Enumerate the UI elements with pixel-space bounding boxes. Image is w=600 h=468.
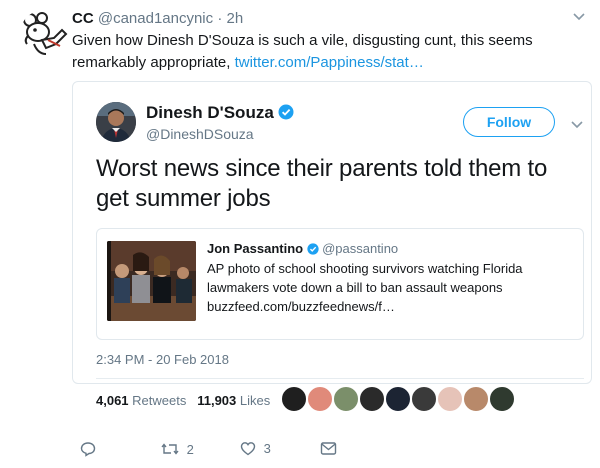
likes-stat[interactable]: 11,903 Likes — [197, 393, 270, 408]
heart-icon — [240, 442, 256, 456]
liker-avatar[interactable] — [358, 385, 386, 413]
rat-logo-icon — [20, 10, 68, 58]
quoted-handle[interactable]: @DineshDSouza — [146, 126, 254, 142]
follow-button[interactable]: Follow — [463, 107, 555, 137]
liker-avatar[interactable] — [384, 385, 412, 413]
retweet-count: 2 — [186, 442, 194, 457]
reply-icon — [80, 442, 96, 457]
retweets-label: Retweets — [132, 393, 187, 408]
inner-display-name[interactable]: Jon Passantino — [207, 241, 303, 256]
direct-message-button[interactable] — [320, 441, 337, 459]
inner-header: Jon Passantino @passantino — [207, 241, 398, 258]
inner-tweet-link[interactable]: buzzfeed.com/buzzfeednews/f… — [207, 297, 577, 316]
envelope-icon — [320, 442, 337, 455]
students-photo-icon — [107, 241, 196, 321]
liker-avatar[interactable] — [436, 385, 464, 413]
like-button[interactable]: 3 — [240, 441, 271, 456]
liker-avatar[interactable] — [410, 385, 438, 413]
inner-verified-badge-icon — [307, 243, 319, 258]
likes-count: 11,903 — [197, 393, 237, 408]
verified-badge-icon — [278, 104, 294, 125]
outer-handle[interactable]: @canad1ancynic — [98, 10, 213, 27]
outer-time[interactable]: · 2h — [217, 10, 243, 27]
divider — [96, 378, 584, 379]
inner-tweet-body: AP photo of school shooting survivors wa… — [207, 261, 523, 295]
like-count: 3 — [263, 441, 271, 456]
retweets-count: 4,061 — [96, 393, 129, 408]
outer-avatar[interactable] — [20, 10, 68, 58]
quoted-more-chevron-icon[interactable] — [570, 117, 584, 136]
person-avatar-icon — [96, 102, 136, 142]
likes-label: Likes — [239, 393, 271, 408]
quoted-tweet-text: Worst news since their parents told them… — [96, 155, 548, 212]
outer-more-chevron-icon[interactable] — [571, 8, 587, 29]
outer-display-name[interactable]: CC — [72, 10, 94, 27]
quoted-avatar[interactable] — [96, 102, 136, 142]
reply-button[interactable] — [80, 441, 96, 460]
retweet-icon — [161, 443, 179, 455]
liker-avatar[interactable] — [488, 385, 516, 413]
outer-tweet-link[interactable]: twitter.com/Pappiness/stat… — [235, 54, 424, 71]
quoted-display-name[interactable]: Dinesh D'Souza — [146, 103, 274, 122]
outer-tweet-text: Given how Dinesh D'Souza is such a vile,… — [72, 30, 572, 74]
quoted-timestamp[interactable]: 2:34 PM - 20 Feb 2018 — [96, 352, 229, 367]
inner-handle[interactable]: @passantino — [322, 241, 398, 256]
inner-tweet-photo[interactable] — [107, 241, 196, 321]
liker-avatar[interactable] — [332, 385, 360, 413]
quoted-header: Dinesh D'Souza — [146, 103, 294, 125]
liker-avatar[interactable] — [306, 385, 334, 413]
liker-avatar[interactable] — [462, 385, 490, 413]
inner-tweet-text: AP photo of school shooting survivors wa… — [207, 259, 577, 316]
engagement-stats: 4,061 Retweets 11,903 Likes — [96, 393, 270, 408]
retweets-stat[interactable]: 4,061 Retweets — [96, 393, 186, 408]
outer-tweet-header: CC @canad1ancynic · 2h — [72, 10, 243, 27]
retweet-button[interactable]: 2 — [161, 441, 194, 457]
liker-avatar[interactable] — [280, 385, 308, 413]
